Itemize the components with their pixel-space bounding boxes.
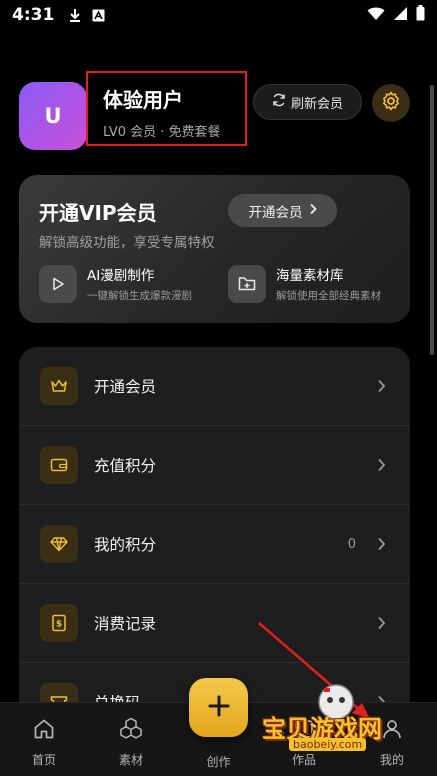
annotation-arrow [258, 622, 370, 719]
watermark-url: baobeiy.com [289, 738, 367, 751]
